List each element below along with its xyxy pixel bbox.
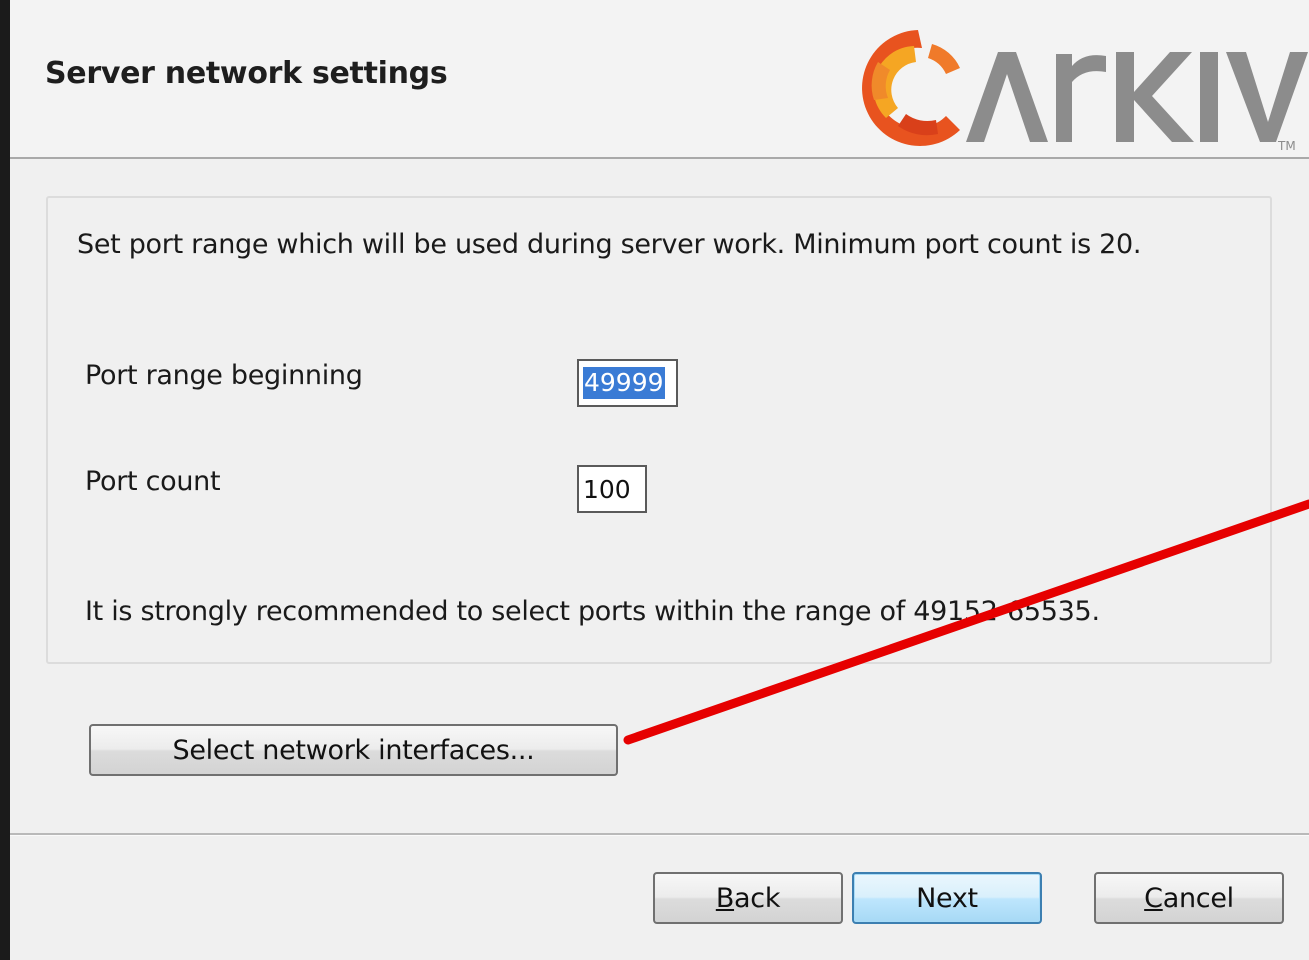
cancel-button[interactable]: Cancel bbox=[1094, 872, 1284, 924]
dialog-header: Server network settings TM bbox=[10, 0, 1309, 159]
port-count-input[interactable]: 100 bbox=[577, 465, 647, 513]
port-count-value: 100 bbox=[583, 474, 631, 504]
back-button[interactable]: Back bbox=[653, 872, 843, 924]
select-network-interfaces-button[interactable]: Select network interfaces... bbox=[89, 724, 618, 776]
port-settings-group bbox=[46, 196, 1272, 664]
arkiv-logo: TM bbox=[862, 30, 1308, 152]
port-range-beginning-value: 49999 bbox=[583, 367, 665, 399]
next-button[interactable]: Next bbox=[852, 872, 1042, 924]
recommendation-text: It is strongly recommended to select por… bbox=[85, 596, 1100, 627]
footer-separator bbox=[10, 833, 1309, 836]
logo-tm: TM bbox=[1277, 139, 1296, 152]
installer-dialog: Server network settings TM Set port rang… bbox=[10, 0, 1309, 960]
port-count-label: Port count bbox=[85, 466, 221, 497]
page-title: Server network settings bbox=[45, 56, 448, 91]
port-range-beginning-input[interactable]: 49999 bbox=[577, 359, 678, 407]
logo-emblem-icon bbox=[862, 30, 960, 146]
port-range-beginning-label: Port range beginning bbox=[85, 360, 363, 391]
description-text: Set port range which will be used during… bbox=[77, 229, 1142, 260]
